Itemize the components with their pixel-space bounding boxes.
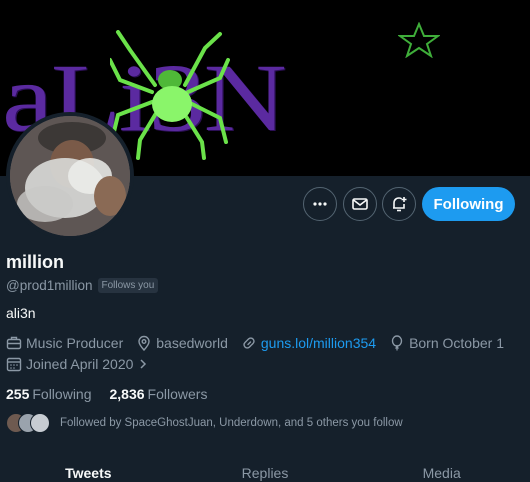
profile-meta-row-2: Joined April 2020 — [6, 356, 162, 372]
tab-tweets[interactable]: Tweets — [0, 458, 177, 482]
website-item: guns.lol/million354 — [241, 335, 376, 351]
followers-label: Followers — [147, 386, 208, 402]
followers-stat[interactable]: 2,836 Followers — [110, 386, 208, 402]
profile-avatar[interactable] — [6, 112, 134, 240]
chevron-right-icon — [140, 359, 147, 369]
avatar-photo — [10, 116, 130, 236]
followed-by-row[interactable]: Followed by SpaceGhostJuan, Underdown, a… — [6, 413, 403, 433]
website-link[interactable]: guns.lol/million354 — [261, 335, 376, 351]
mutual-avatar — [30, 413, 50, 433]
star-graphic — [398, 22, 440, 58]
more-horizontal-icon — [313, 202, 327, 206]
display-name: million — [6, 252, 64, 272]
birthday-label: Born October 1 — [409, 335, 504, 351]
following-stat[interactable]: 255 Following — [6, 386, 92, 402]
message-button[interactable] — [343, 187, 377, 221]
category-label: Music Producer — [26, 335, 124, 351]
notifications-button[interactable] — [382, 187, 416, 221]
followers-count: 2,836 — [109, 386, 145, 402]
following-label: Following — [32, 386, 92, 402]
handle-row: @prod1million Follows you — [6, 278, 159, 293]
mutual-avatars — [6, 413, 52, 433]
briefcase-icon — [6, 336, 22, 350]
location-pin-icon — [138, 335, 150, 351]
followed-by-text: Followed by SpaceGhostJuan, Underdown, a… — [60, 417, 403, 429]
balloon-icon — [391, 335, 403, 351]
mail-icon — [352, 198, 368, 210]
category-item: Music Producer — [6, 335, 123, 351]
tab-replies[interactable]: Replies — [177, 458, 354, 482]
spider-graphic — [110, 30, 230, 160]
location-item: basedworld — [136, 335, 228, 351]
follow-stats: 255 Following 2,836 Followers — [6, 386, 207, 402]
following-count: 255 — [6, 386, 30, 402]
bell-plus-icon — [393, 197, 407, 212]
following-button[interactable]: Following — [422, 187, 515, 221]
joined-item[interactable]: Joined April 2020 — [6, 356, 149, 372]
calendar-icon — [6, 357, 22, 372]
more-options-button[interactable] — [303, 187, 337, 221]
profile-tabs: Tweets Replies Media — [0, 458, 530, 482]
link-icon — [243, 337, 255, 349]
joined-label: Joined April 2020 — [26, 356, 134, 372]
profile-bio: ali3n — [6, 305, 36, 321]
location-label: basedworld — [156, 335, 228, 351]
user-handle: @prod1million — [6, 278, 93, 293]
follows-you-badge: Follows you — [97, 278, 159, 293]
birthday-item: Born October 1 — [389, 335, 504, 351]
tab-media[interactable]: Media — [353, 458, 530, 482]
profile-meta-row: Music Producer basedworld guns.lol/milli… — [6, 335, 517, 351]
